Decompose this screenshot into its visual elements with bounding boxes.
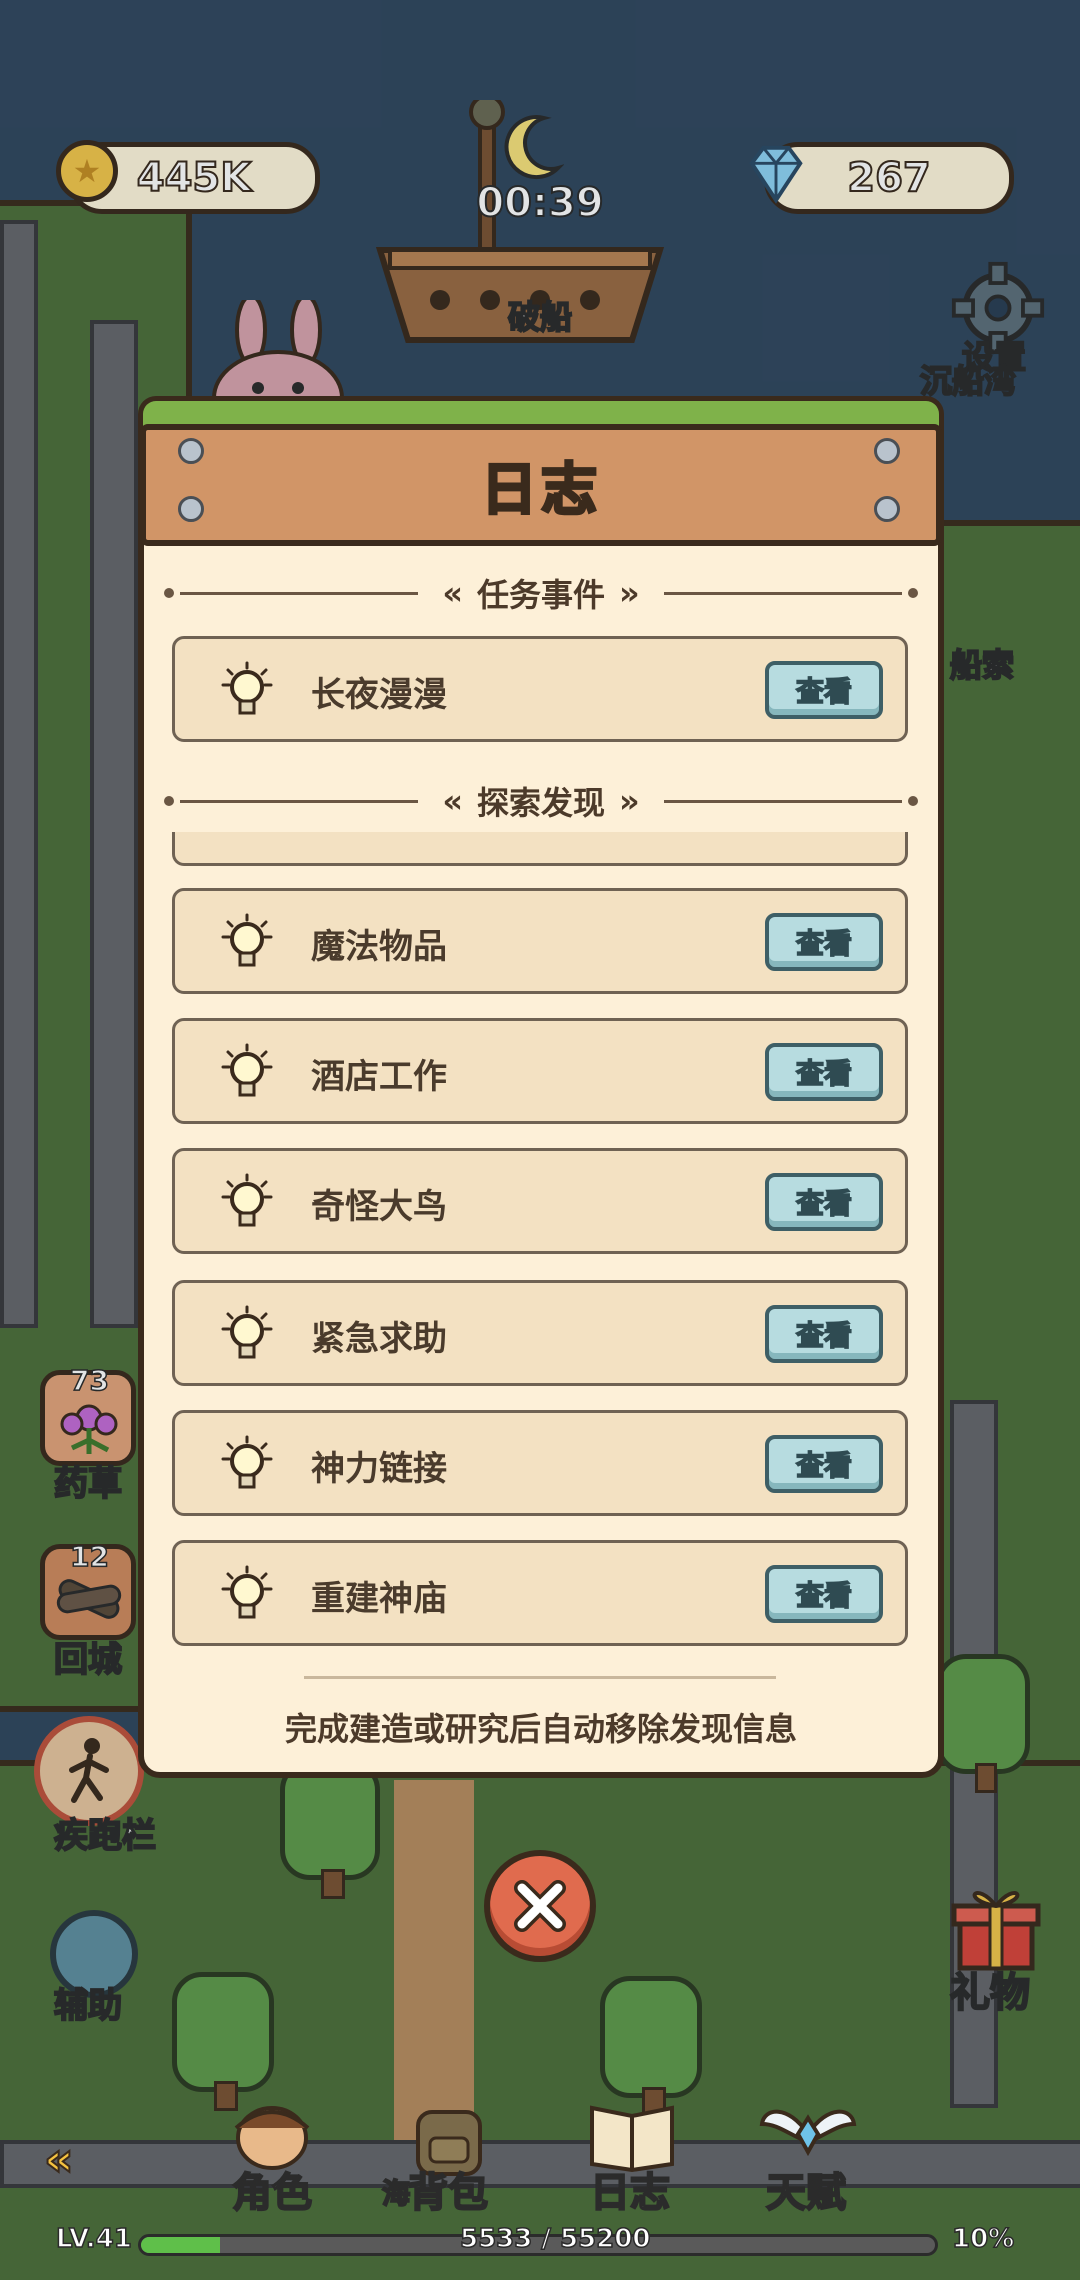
lightbulb-icon (221, 913, 273, 967)
lightbulb-icon (221, 1173, 273, 1227)
bolt-icon (874, 438, 900, 464)
entry-label: 长夜漫漫 (311, 675, 447, 715)
xp-progress-fill (141, 2237, 221, 2253)
footer-note: 完成建造或研究后自动移除发现信息 (284, 1710, 797, 1748)
lightbulb-icon (221, 661, 273, 715)
nav-backpack-prefix: 海 (381, 2176, 411, 2211)
journal-entry: 神力链接 查看 (172, 1410, 908, 1516)
section-title: 任务事件 (477, 576, 606, 614)
chevron-right-icon: » (619, 574, 640, 612)
close-button[interactable] (484, 1850, 596, 1962)
chevron-left-icon: « (442, 782, 463, 820)
nav-journal[interactable]: 日志 (589, 2160, 671, 2218)
clipped-entry (172, 832, 908, 866)
entry-label: 魔法物品 (311, 927, 447, 967)
divider (163, 795, 419, 806)
view-button[interactable]: 查看 (765, 1043, 883, 1101)
footer-divider (304, 1676, 776, 1679)
dialog-title: 日志 (480, 456, 601, 524)
journal-entry: 奇怪大鸟 查看 (172, 1148, 908, 1254)
journal-entry: 重建神庙 查看 (172, 1540, 908, 1646)
collapse-arrow-icon[interactable]: « (43, 2131, 75, 2187)
chevron-left-icon: « (442, 574, 463, 612)
section-header-tasks: « 任务事件 » (163, 568, 919, 618)
lightbulb-icon (221, 1043, 273, 1097)
panel-grass-trim (138, 396, 944, 426)
lightbulb-icon (221, 1435, 273, 1489)
view-button[interactable]: 查看 (765, 1305, 883, 1363)
view-button[interactable]: 查看 (765, 1173, 883, 1231)
bolt-icon (178, 496, 204, 522)
lightbulb-icon (221, 1305, 273, 1359)
entry-label: 酒店工作 (311, 1057, 447, 1097)
journal-entry: 紧急求助 查看 (172, 1280, 908, 1386)
xp-percent: 10% (951, 2223, 1015, 2255)
close-icon (514, 1880, 566, 1932)
title-plank: 日志 (140, 424, 942, 546)
nav-character[interactable]: 角色 (231, 2160, 313, 2218)
view-button[interactable]: 查看 (765, 913, 883, 971)
divider (663, 587, 919, 598)
view-button[interactable]: 查看 (765, 661, 883, 719)
bolt-icon (178, 438, 204, 464)
lightbulb-icon (221, 1565, 273, 1619)
journal-entry: 魔法物品 查看 (172, 888, 908, 994)
journal-entry: 长夜漫漫 查看 (172, 636, 908, 742)
chevron-right-icon: » (619, 782, 640, 820)
entry-label: 紧急求助 (311, 1319, 447, 1359)
view-button[interactable]: 查看 (765, 1435, 883, 1493)
journal-entry: 酒店工作 查看 (172, 1018, 908, 1124)
section-header-discoveries: « 探索发现 » (163, 776, 919, 826)
divider (163, 587, 419, 598)
nav-backpack[interactable]: 背包 (407, 2160, 489, 2218)
bolt-icon (874, 496, 900, 522)
entry-label: 奇怪大鸟 (311, 1187, 447, 1227)
entry-label: 重建神庙 (311, 1579, 447, 1619)
divider (663, 795, 919, 806)
section-title: 探索发现 (477, 784, 606, 822)
level-label: LV.41 (55, 2223, 132, 2255)
nav-talent[interactable]: 天赋 (765, 2160, 847, 2218)
xp-text: 5533 / 55200 (459, 2223, 651, 2255)
entry-label: 神力链接 (311, 1449, 447, 1489)
view-button[interactable]: 查看 (765, 1565, 883, 1623)
